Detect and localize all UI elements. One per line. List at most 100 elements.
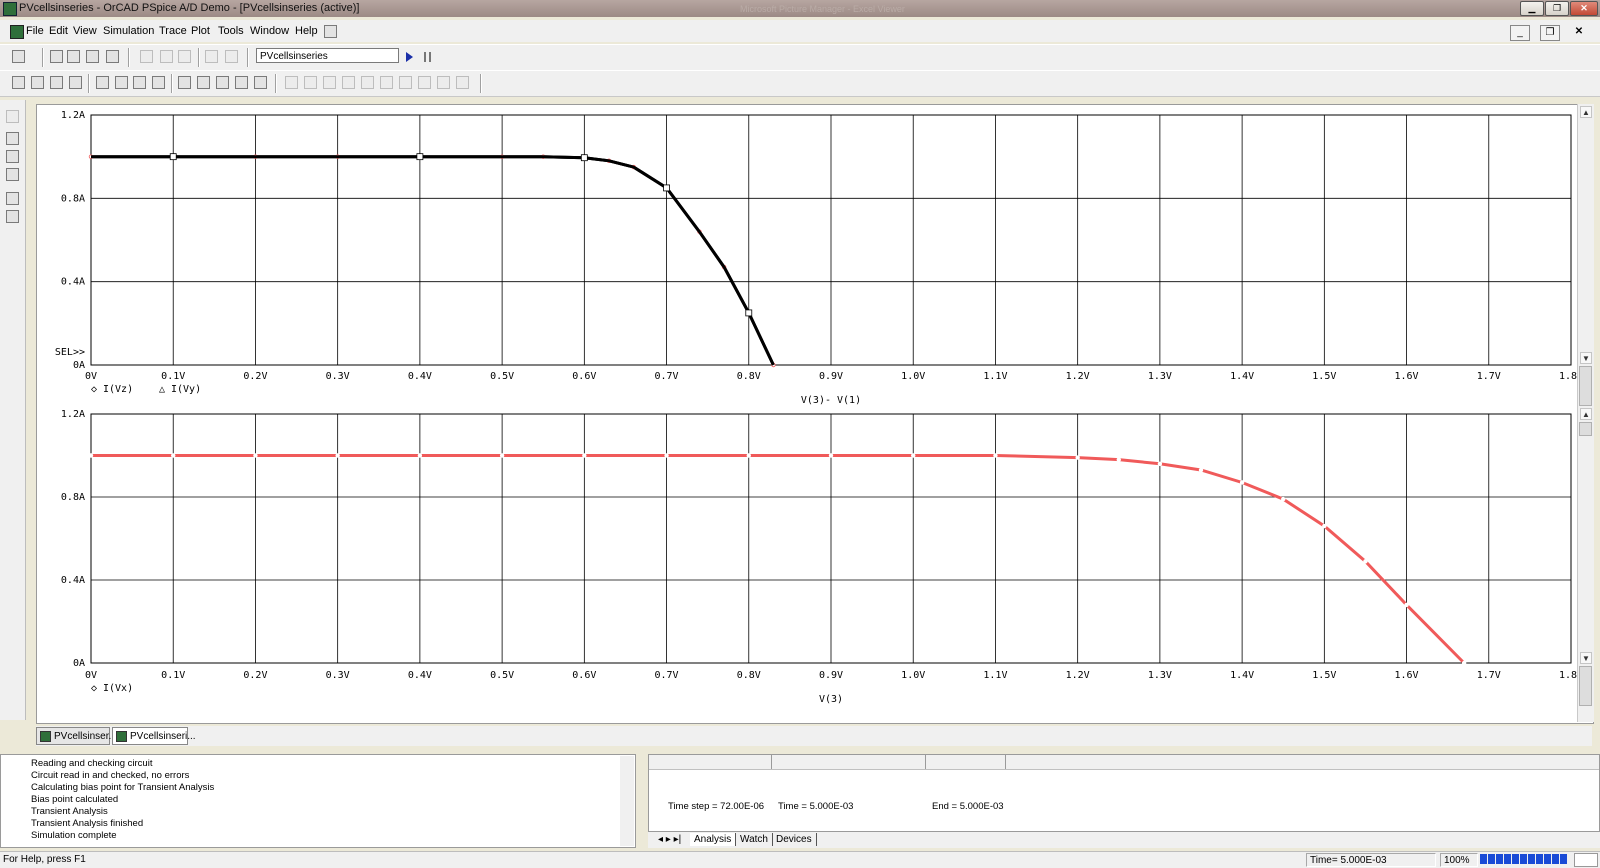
plot-vertical-scrollbar[interactable]: ▲ ▼ ▲ ▼	[1577, 104, 1594, 722]
simulation-profile-select[interactable]: PVcellsinseries	[256, 48, 399, 63]
menu-edit[interactable]: Edit	[49, 25, 68, 37]
data-point	[171, 453, 176, 458]
fourier-icon[interactable]	[115, 76, 128, 89]
mark-label-icon[interactable]	[456, 76, 469, 89]
open-folder-icon[interactable]	[67, 50, 80, 63]
menu-window[interactable]: Window	[250, 25, 289, 37]
data-point	[993, 453, 998, 458]
plots-svg: 0V 0.1V 0.2V 0.3V 0.4V 0.5V 0.6V 0.7V 0.8V 0.9V 1.…	[55, 110, 1577, 705]
toolbar-separator	[88, 74, 90, 93]
menu-trace[interactable]: Trace	[159, 25, 187, 37]
status-tabs: ◂ ▸ ▸| Analysis Watch Devices	[648, 831, 1600, 848]
cursor-max-icon[interactable]	[361, 76, 374, 89]
mdi-minimize-button[interactable]: _	[1510, 25, 1530, 41]
tab-devices[interactable]: Devices	[772, 833, 817, 846]
view-results-icon[interactable]	[6, 168, 19, 181]
cursor-search-icon[interactable]	[399, 76, 412, 89]
menu-file[interactable]: File	[26, 25, 44, 37]
data-point	[1198, 467, 1204, 473]
save-icon[interactable]	[86, 50, 99, 63]
tab-schematic[interactable]: PVcellsinser...	[36, 727, 117, 745]
cursor-peak-icon[interactable]	[285, 76, 298, 89]
log-x-icon[interactable]	[96, 76, 109, 89]
paste-icon[interactable]	[178, 50, 191, 63]
menu-tools[interactable]: Tools	[218, 25, 244, 37]
maximize-button[interactable]: ❐	[1545, 1, 1569, 16]
cursor-min-icon[interactable]	[342, 76, 355, 89]
run-icon[interactable]	[406, 52, 413, 62]
cursor-prev-transition-icon[interactable]	[437, 76, 450, 89]
open-icon[interactable]	[50, 50, 63, 63]
copy-icon[interactable]	[160, 50, 173, 63]
view-output-icon[interactable]	[6, 150, 19, 163]
menu-help[interactable]: Help	[295, 25, 318, 37]
menu-simulation[interactable]: Simulation	[103, 25, 154, 37]
cut-icon[interactable]	[140, 50, 153, 63]
tab-watch[interactable]: Watch	[736, 833, 773, 846]
tab-probe[interactable]: PVcellsinseri...	[112, 727, 196, 745]
cursor-trough-icon[interactable]	[304, 76, 317, 89]
zoom-area-icon[interactable]	[50, 76, 63, 89]
zoom-fit-icon[interactable]	[69, 76, 82, 89]
status-bar: For Help, press F1 Time= 5.000E-03 100%	[0, 851, 1600, 868]
redo-icon[interactable]	[225, 50, 238, 63]
document-icon[interactable]	[10, 25, 24, 39]
new-icon[interactable]	[12, 50, 25, 63]
scroll-thumb[interactable]	[1579, 666, 1592, 706]
output-scrollbar[interactable]	[620, 756, 634, 846]
undo-icon[interactable]	[205, 50, 218, 63]
x-tick-label: 0.9V	[819, 670, 843, 681]
y-tick-label: 0.4A	[61, 277, 85, 288]
output-line: Simulation complete	[31, 830, 117, 841]
cursor-point-icon[interactable]	[380, 76, 393, 89]
menu-bar: File Edit View Simulation Trace Plot Too…	[0, 20, 1600, 42]
cursor-slope-icon[interactable]	[323, 76, 336, 89]
print-icon[interactable]	[106, 50, 119, 63]
log-y-icon[interactable]	[152, 76, 165, 89]
data-point	[253, 453, 258, 458]
status-time: Time= 5.000E-03	[1306, 853, 1436, 867]
add-trace-icon[interactable]	[178, 76, 191, 89]
minimize-button[interactable]: ▁	[1520, 1, 1544, 16]
mdi-close-button[interactable]: ✕	[1570, 25, 1588, 39]
close-button[interactable]: ✕	[1570, 1, 1598, 16]
zoom-out-icon[interactable]	[31, 76, 44, 89]
performance-analysis-icon[interactable]	[133, 76, 146, 89]
scroll-thumb[interactable]	[1579, 366, 1592, 406]
new-dropdown-chevron-icon[interactable]	[28, 50, 36, 63]
data-point	[582, 453, 587, 458]
mark-data-icon[interactable]	[235, 76, 248, 89]
tab-scroll-icon[interactable]: ◂ ▸ ▸|	[654, 833, 685, 846]
x-tick-label: 1.1V	[983, 371, 1007, 382]
x-tick-label: 0.5V	[490, 371, 514, 382]
toggle-cursor-icon[interactable]	[254, 76, 267, 89]
probe-plot-window[interactable]: 0V 0.1V 0.2V 0.3V 0.4V 0.5V 0.6V 0.7V 0.8V 0.9V 1.…	[36, 104, 1594, 724]
simulation-queue-icon[interactable]	[6, 210, 19, 223]
output-line: Transient Analysis finished	[31, 818, 144, 829]
eval-goal-function-icon[interactable]	[197, 76, 210, 89]
scroll-down-icon[interactable]: ▼	[1580, 352, 1592, 364]
add-plot-icon[interactable]	[216, 76, 229, 89]
mdi-restore-button[interactable]: ❐	[1540, 25, 1560, 41]
zoom-in-icon[interactable]	[12, 76, 25, 89]
menu-plot[interactable]: Plot	[191, 25, 210, 37]
scroll-down-icon[interactable]: ▼	[1580, 652, 1592, 664]
output-file-icon[interactable]	[6, 192, 19, 205]
header-divider	[771, 755, 772, 769]
scroll-up-icon[interactable]: ▲	[1580, 106, 1592, 118]
data-point	[1461, 660, 1467, 666]
cursor-next-transition-icon[interactable]	[418, 76, 431, 89]
context-help-icon[interactable]	[324, 25, 337, 38]
data-point	[169, 153, 177, 161]
tab-analysis[interactable]: Analysis	[690, 833, 737, 846]
pause-icon[interactable]	[424, 52, 431, 62]
x-tick-label: 0.6V	[572, 670, 596, 681]
view-simulation-icon[interactable]	[6, 132, 19, 145]
scroll-up-icon[interactable]: ▲	[1580, 408, 1592, 420]
x-tick-label: 0.2V	[243, 371, 267, 382]
document-icon	[40, 731, 51, 742]
menu-view[interactable]: View	[73, 25, 97, 37]
scroll-thumb[interactable]	[1579, 422, 1592, 436]
x-tick-label: 1.2V	[1066, 670, 1090, 681]
settings-icon[interactable]	[6, 110, 19, 123]
